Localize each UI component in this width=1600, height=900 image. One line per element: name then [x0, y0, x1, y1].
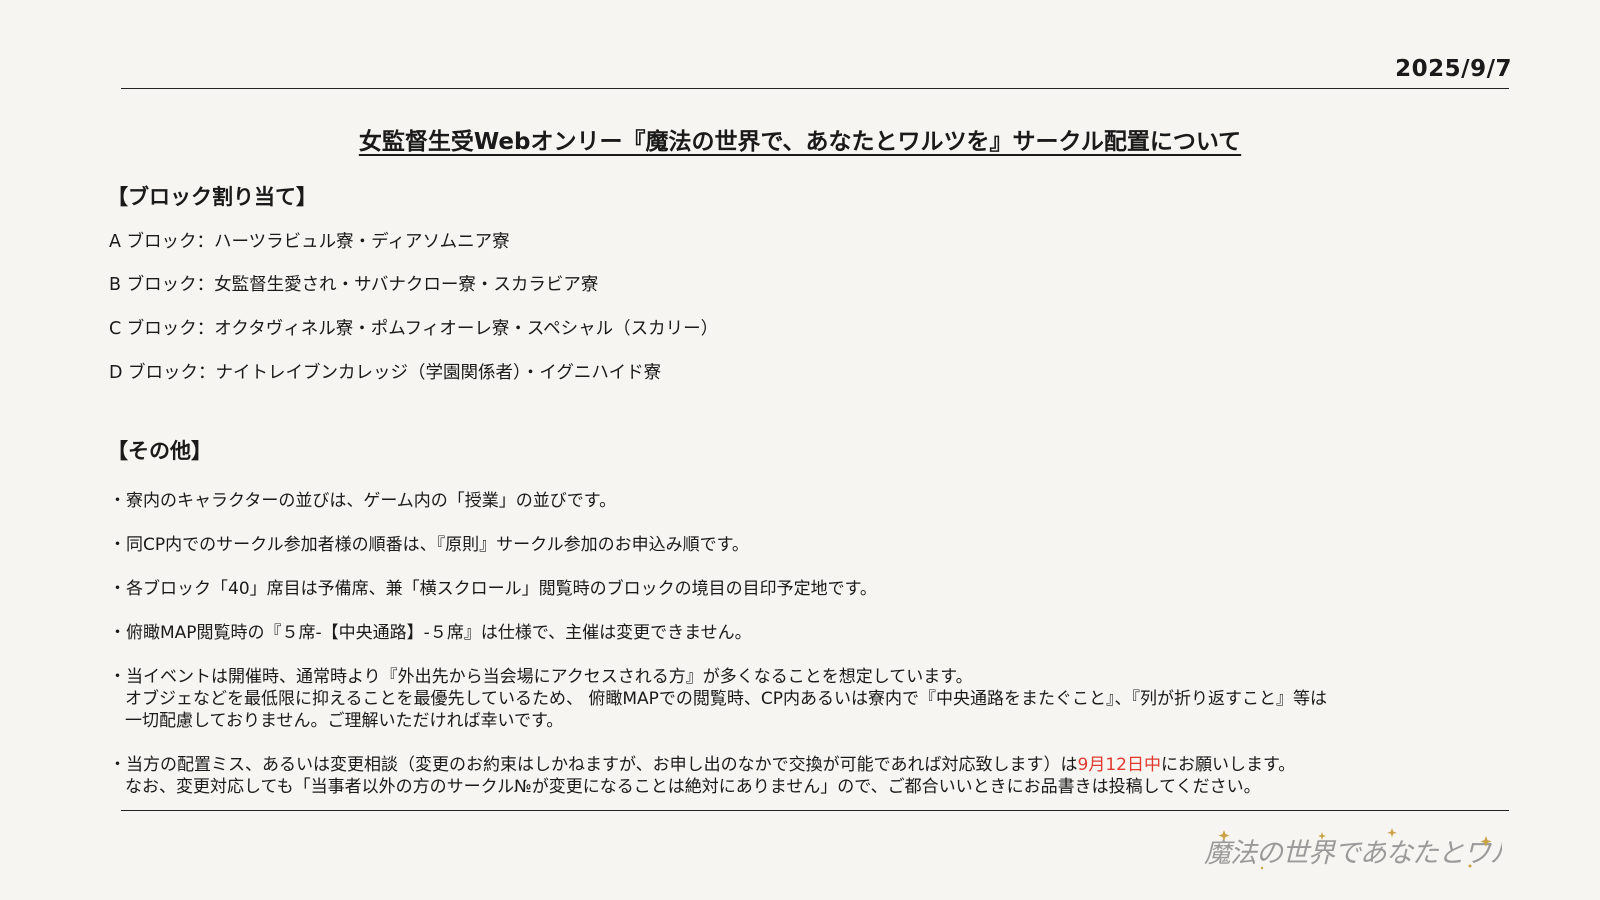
bottom-divider	[121, 810, 1509, 811]
note-change-text-b: にお願いします。	[1160, 755, 1296, 775]
block-a-line: A ブロック：ハーツラビュル寮・ディアソムニア寮	[109, 232, 510, 252]
note-access-line-2: オブジェなどを最低限に抑えることを最優先しているため、 俯瞰MAPでの閲覧時、C…	[125, 689, 1328, 709]
top-divider	[121, 88, 1509, 89]
note-character-order: ・寮内のキャラクターの並びは、ゲーム内の「授業」の並びです。	[109, 491, 617, 511]
event-logo-image: 魔法の世界であなたとワルツを	[1204, 828, 1570, 870]
block-d-line: D ブロック：ナイトレイブンカレッジ（学園関係者）・イグニハイド寮	[109, 363, 662, 383]
other-heading: 【その他】	[107, 439, 212, 463]
document-title: 女監督生受Webオンリー『魔法の世界で、あなたとワルツを』サークル配置について	[358, 129, 1242, 155]
block-b-line: B ブロック：女監督生愛され・サバナクロー寮・スカラビア寮	[109, 275, 599, 295]
note-access-line-1: ・当イベントは開催時、通常時より『外出先から当会場にアクセスされる方』が多くなる…	[109, 667, 973, 687]
deadline-highlight: 9月12日中	[1077, 755, 1161, 775]
block-c-line: C ブロック：オクタヴィネル寮・ポムフィオーレ寮・スペシャル（スカリー）	[109, 319, 719, 339]
note-change-request: ・当方の配置ミス、あるいは変更相談（変更のお約束はしかねますが、お申し出のなかで…	[109, 754, 1295, 798]
block-assignment-heading: 【ブロック割り当て】	[107, 185, 317, 209]
note-change-text-a: ・当方の配置ミス、あるいは変更相談（変更のお約束はしかねますが、お申し出のなかで…	[109, 755, 1078, 775]
event-logo: 魔法の世界であなたとワルツを	[1202, 826, 1570, 874]
note-access-line-3: 一切配慮しておりません。ご理解いただければ幸いです。	[125, 711, 564, 731]
note-change-line-2: なお、変更対応しても「当事者以外の方のサークル№が変更になることは絶対にありませ…	[125, 777, 1261, 797]
document-date: 2025/9/7	[1395, 56, 1512, 82]
note-circle-order: ・同CP内でのサークル参加者様の順番は、『原則』サークル参加のお申込み順です。	[109, 535, 749, 555]
note-access-policy: ・当イベントは開催時、通常時より『外出先から当会場にアクセスされる方』が多くなる…	[109, 666, 1327, 732]
note-spare-seat: ・各ブロック「40」席目は予備席、兼「横スクロール」閲覧時のブロックの境目の目印…	[109, 579, 877, 599]
note-change-line-1: ・当方の配置ミス、あるいは変更相談（変更のお約束はしかねますが、お申し出のなかで…	[109, 754, 1295, 776]
logo-text: 魔法の世界であなたとワルツを	[1204, 838, 1502, 869]
note-map-spec: ・俯瞰MAP閲覧時の『５席-【中央通路】-５席』は仕様で、主催は変更できません。	[109, 623, 752, 643]
